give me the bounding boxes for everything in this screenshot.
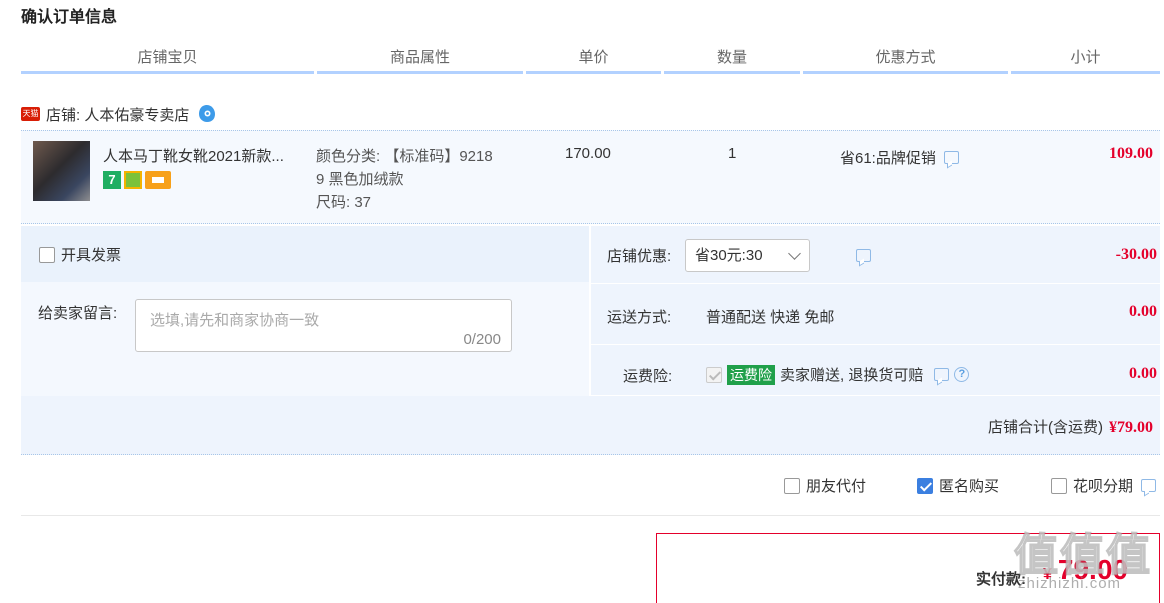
invoice-section: 开具发票 (21, 226, 589, 282)
attribute-color-line1: 颜色分类: 【标准码】9218 (316, 148, 493, 165)
shop-name[interactable]: 店铺: 人本佑豪专卖店 (46, 104, 189, 125)
insurance-value: 0.00 (1129, 365, 1157, 382)
insurance-label: 运费险: (623, 368, 673, 385)
seven-day-return-icon[interactable]: 7 (103, 171, 121, 189)
column-header-attributes: 商品属性 (317, 46, 523, 74)
promotion-text: 省61:品牌促销 (840, 150, 936, 167)
discount-message-icon[interactable] (856, 249, 871, 262)
chevron-down-icon (788, 247, 801, 260)
friend-pay-option[interactable]: 朋友代付 (784, 475, 866, 496)
column-header-discount: 优惠方式 (803, 46, 1008, 74)
shop-discount-select[interactable]: 省30元:30 (685, 239, 810, 272)
payment-value: 79.00 (1057, 554, 1128, 585)
invoice-label: 开具发票 (61, 247, 122, 264)
payment-amount: ¥79.00 (1043, 554, 1128, 586)
attribute-size: 尺码: 37 (316, 194, 372, 211)
insurance-message-icon[interactable] (934, 368, 950, 381)
tmall-badge-icon: 天猫 (21, 107, 40, 121)
anonymous-checkbox[interactable] (917, 477, 933, 494)
help-icon[interactable]: ? (954, 367, 970, 382)
remark-placeholder: 选填,请先和商家协商一致 (150, 312, 320, 329)
column-header-quantity: 数量 (664, 46, 800, 74)
column-header-item: 店铺宝贝 (21, 46, 314, 74)
product-name[interactable]: 人本马丁靴女靴2021新款... (103, 145, 308, 166)
product-attributes: 颜色分类: 【标准码】9218 9 黑色加绒款 尺码: 37 (316, 145, 526, 214)
huabei-checkbox[interactable] (1051, 477, 1067, 494)
table-header: 店铺宝贝 商品属性 单价 数量 优惠方式 小计 (21, 46, 1160, 74)
payment-currency: ¥ (1043, 566, 1052, 583)
shop-total-label: 店铺合计(含运费) (988, 419, 1103, 436)
friend-pay-checkbox[interactable] (784, 477, 800, 494)
insurance-checkbox (706, 366, 722, 383)
shipping-value: 0.00 (1129, 303, 1157, 320)
message-icon[interactable] (943, 151, 959, 164)
wangwang-chat-icon[interactable] (197, 104, 217, 124)
card-badge-icon[interactable] (145, 171, 171, 189)
product-badges: 7 (103, 171, 171, 189)
column-header-unit-price: 单价 (526, 46, 661, 74)
order-item-row: 人本马丁靴女靴2021新款... 7 颜色分类: 【标准码】9218 9 黑色加… (21, 130, 1160, 224)
quantity: 1 (728, 145, 737, 162)
shop-total-row: 店铺合计(含运费) ¥79.00 (21, 396, 1160, 455)
huabei-message-icon[interactable] (1141, 479, 1157, 492)
shipping-label: 运送方式: (607, 309, 672, 326)
invoice-option[interactable]: 开具发票 (39, 244, 121, 265)
remark-section: 给卖家留言: 选填,请先和商家协商一致 0/200 (21, 282, 589, 396)
order-extras-panel: 开具发票 给卖家留言: 选填,请先和商家协商一致 0/200 (21, 226, 1160, 396)
shop-discount-selected: 省30元:30 (695, 247, 763, 264)
shop-discount-row (591, 226, 1160, 284)
page-title: 确认订单信息 (21, 9, 118, 26)
anonymous-label: 匿名购买 (939, 478, 1000, 495)
insurance-info: 运费险 卖家赠送, 退换货可赔 ? (706, 364, 970, 385)
shop-total-amount: ¥79.00 (1109, 419, 1153, 436)
remark-char-counter: 0/200 (463, 331, 501, 348)
payment-summary: 实付款: ¥79.00 (656, 533, 1160, 603)
huabei-option[interactable]: 花呗分期 (1051, 475, 1157, 496)
shipping-row (591, 284, 1160, 345)
insurance-text: 卖家赠送, 退换货可赔 (780, 367, 924, 384)
remark-label: 给卖家留言: (38, 305, 118, 322)
payment-label: 实付款: (976, 571, 1026, 588)
anonymous-option[interactable]: 匿名购买 (917, 475, 999, 496)
huabei-label: 花呗分期 (1073, 478, 1134, 495)
column-header-subtotal: 小计 (1011, 46, 1160, 74)
attribute-color-line2: 9 黑色加绒款 (316, 171, 404, 188)
promotion: 省61:品牌促销 (840, 147, 959, 168)
shop-info: 天猫 店铺: 人本佑豪专卖店 (21, 102, 217, 126)
remark-textarea[interactable]: 选填,请先和商家协商一致 0/200 (135, 299, 512, 352)
shop-total: 店铺合计(含运费) ¥79.00 (988, 416, 1153, 437)
shop-discount-value: -30.00 (1115, 246, 1157, 263)
divider (21, 515, 1160, 516)
shop-discount-label: 店铺优惠: (607, 248, 672, 265)
product-thumbnail[interactable] (33, 141, 90, 201)
insurance-tag: 运费险 (727, 364, 775, 385)
friend-pay-label: 朋友代付 (806, 478, 867, 495)
unit-price: 170.00 (565, 145, 611, 162)
item-subtotal: 109.00 (1109, 145, 1153, 162)
shipping-method: 普通配送 快递 免邮 (706, 309, 835, 326)
invoice-checkbox[interactable] (39, 246, 55, 263)
flower-badge-icon[interactable] (124, 171, 142, 189)
